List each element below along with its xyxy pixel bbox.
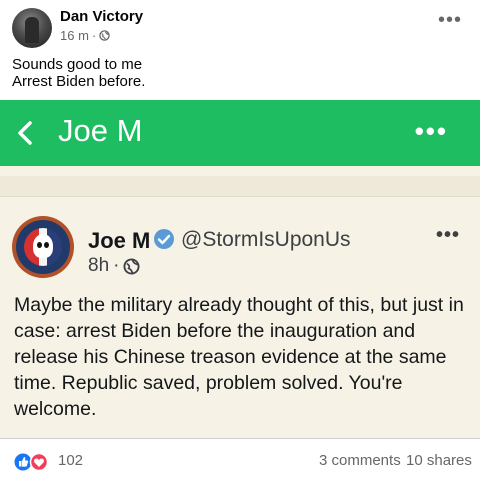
tweet-time: 8h · — [88, 255, 140, 277]
globe-icon — [99, 30, 110, 41]
post-text-line: Sounds good to me — [12, 56, 143, 73]
post-text-line: Arrest Biden before. — [12, 73, 146, 90]
shared-screenshot[interactable]: Joe M ••• Joe M @StormIsUponUs 8h · ••• … — [0, 100, 480, 438]
reaction-count[interactable]: 102 — [58, 452, 83, 469]
post-options-button[interactable]: ••• — [438, 10, 462, 30]
post-meta: 16 m · — [60, 28, 110, 43]
more-horizontal-icon: ••• — [414, 116, 448, 146]
divider — [0, 196, 480, 197]
screenshot-app-title: Joe M — [58, 113, 143, 148]
tweet-body: Maybe the military already thought of th… — [14, 294, 464, 420]
more-horizontal-icon: ••• — [437, 9, 462, 31]
divider — [0, 176, 480, 196]
post-footer: 102 3 comments 10 shares — [0, 438, 480, 485]
tweet-time-label: 8h — [88, 255, 110, 276]
comments-count[interactable]: 3 comments — [319, 452, 401, 469]
more-horizontal-icon: ••• — [435, 224, 460, 246]
shares-count[interactable]: 10 shares — [406, 452, 472, 469]
reactions-icon[interactable] — [14, 453, 50, 471]
author-name[interactable]: Dan Victory — [60, 8, 143, 25]
verified-badge-icon — [154, 229, 174, 249]
author-avatar[interactable] — [12, 8, 52, 48]
post-text: Sounds good to me Arrest Biden before. — [12, 56, 145, 90]
globe-icon — [123, 257, 140, 275]
back-chevron-icon — [18, 121, 32, 145]
tweet-author-avatar — [12, 216, 74, 278]
tweet-author-handle: @StormIsUponUs — [181, 228, 351, 251]
screenshot-app-bar: Joe M ••• — [0, 100, 480, 166]
post-time[interactable]: 16 m — [60, 28, 89, 43]
tweet-author-name: Joe M — [88, 228, 151, 253]
post-header: Dan Victory 16 m · ••• — [0, 0, 480, 50]
